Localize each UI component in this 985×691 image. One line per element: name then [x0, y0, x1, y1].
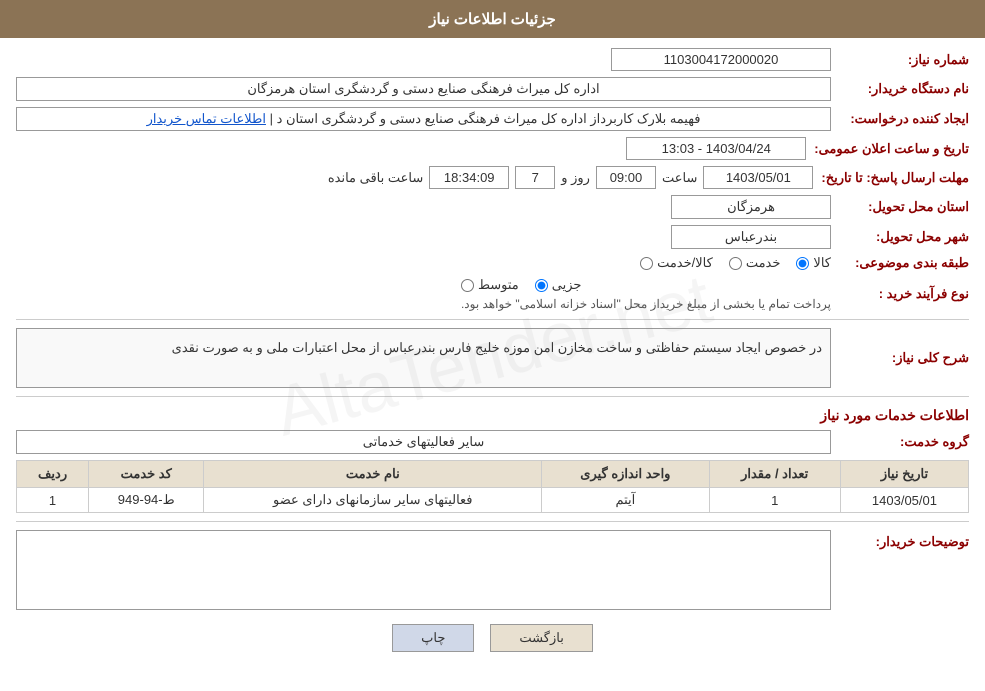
- noeFarayand-label: نوع فرآیند خرید :: [839, 286, 969, 302]
- page-title: جزئیات اطلاعات نیاز: [429, 11, 556, 28]
- farayand-radio-group: متوسط جزیی: [461, 277, 831, 293]
- khadamat-table: تاریخ نیاز تعداد / مقدار واحد اندازه گیر…: [16, 460, 969, 513]
- khadamat-table-container: تاریخ نیاز تعداد / مقدار واحد اندازه گیر…: [16, 460, 969, 513]
- ijadkonande-value: فهیمه بلارک کاربرداز اداره کل میراث فرهن…: [16, 107, 831, 131]
- ostan-value: هرمزگان: [671, 195, 831, 219]
- sharh-value: در خصوص ایجاد سیستم حفاظتی و ساخت مخازن …: [16, 328, 831, 388]
- row-tosifat: توضیحات خریدار:: [16, 530, 969, 610]
- tarikh-label: تاریخ و ساعت اعلان عمومی:: [814, 141, 969, 157]
- cell-vahed: آیتم: [542, 488, 709, 513]
- radio-motevaset-label: متوسط: [478, 277, 519, 293]
- radio-motevaset-item: متوسط: [461, 277, 519, 293]
- mohlat-roz: 7: [515, 166, 555, 189]
- sharh-label: شرح کلی نیاز:: [839, 350, 969, 366]
- radio-motevaset[interactable]: [461, 279, 474, 292]
- radio-jozi[interactable]: [535, 279, 548, 292]
- page-wrapper: جزئیات اطلاعات نیاز AltaTender.net شماره…: [0, 0, 985, 691]
- grohe-khadamat-label: گروه خدمت:: [839, 434, 969, 450]
- radio-jozi-item: جزیی: [535, 277, 582, 293]
- tarikh-value: 1403/04/24 - 13:03: [626, 137, 806, 160]
- ijadkonande-text: فهیمه بلارک کاربرداز اداره کل میراث فرهن…: [277, 111, 701, 126]
- tabaqe-radio-group: کالا/خدمت خدمت کالا: [640, 255, 831, 271]
- shomare-niaz-label: شماره نیاز:: [839, 52, 969, 68]
- row-grohe-khadamat: گروه خدمت: سایر فعالیتهای خدماتی: [16, 430, 969, 454]
- radio-khedmat-item: خدمت: [729, 255, 781, 271]
- saat-label: ساعت: [662, 170, 697, 186]
- row-shomare-niaz: شماره نیاز: 1103004172000020: [16, 48, 969, 71]
- row-noeFarayand: نوع فرآیند خرید : متوسط جزیی پرداخت تمام…: [16, 277, 969, 311]
- row-ijadkonande: ایجاد کننده درخواست: فهیمه بلارک کاربردا…: [16, 107, 969, 131]
- col-tarikh: تاریخ نیاز: [840, 461, 968, 488]
- khadamat-section-title: اطلاعات خدمات مورد نیاز: [16, 407, 969, 424]
- col-tedad: تعداد / مقدار: [709, 461, 840, 488]
- grohe-khadamat-value: سایر فعالیتهای خدماتی: [16, 430, 831, 454]
- row-tabaqe: طبقه بندی موضوعی: کالا/خدمت خدمت کالا: [16, 255, 969, 271]
- radio-kala-item: کالا: [796, 255, 831, 271]
- namdastgah-label: نام دستگاه خریدار:: [839, 81, 969, 97]
- cell-tarikh: 1403/05/01: [840, 488, 968, 513]
- radio-kala[interactable]: [796, 257, 809, 270]
- tosifat-label: توضیحات خریدار:: [839, 534, 969, 550]
- col-radif: ردیف: [17, 461, 89, 488]
- col-vahed: واحد اندازه گیری: [542, 461, 709, 488]
- cell-kodkhadamat: ط-94-949: [89, 488, 204, 513]
- row-ostan: استان محل تحویل: هرمزگان: [16, 195, 969, 219]
- row-mohlat: مهلت ارسال پاسخ: تا تاریخ: 1403/05/01 سا…: [16, 166, 969, 189]
- roz-label: روز و: [561, 170, 590, 186]
- shahr-value: بندرعباس: [671, 225, 831, 249]
- row-tarikh: تاریخ و ساعت اعلان عمومی: 1403/04/24 - 1…: [16, 137, 969, 160]
- radio-kala-khedmat-item: کالا/خدمت: [640, 255, 713, 271]
- divider-1: [16, 319, 969, 320]
- main-content: AltaTender.net شماره نیاز: 1103004172000…: [0, 38, 985, 672]
- radio-kala-khedmat[interactable]: [640, 257, 653, 270]
- row-shahr: شهر محل تحویل: بندرعباس: [16, 225, 969, 249]
- shomare-niaz-value: 1103004172000020: [611, 48, 831, 71]
- noeFarayand-group: متوسط جزیی پرداخت تمام یا بخشی از مبلغ خ…: [461, 277, 831, 311]
- baqi-label: ساعت باقی مانده: [328, 170, 423, 186]
- namdastgah-value: اداره کل میراث فرهنگی صنایع دستی و گردشگ…: [16, 77, 831, 101]
- ijadkonande-link-spacer: |: [266, 111, 273, 126]
- ijadkonande-label: ایجاد کننده درخواست:: [839, 111, 969, 127]
- table-header-row: تاریخ نیاز تعداد / مقدار واحد اندازه گیر…: [17, 461, 969, 488]
- table-row: 1403/05/01 1 آیتم فعالیتهای سایر سازمانه…: [17, 488, 969, 513]
- radio-jozi-label: جزیی: [552, 277, 582, 293]
- radio-khedmat-label: خدمت: [746, 255, 781, 271]
- divider-3: [16, 521, 969, 522]
- back-button[interactable]: بازگشت: [490, 624, 592, 652]
- mohlat-label: مهلت ارسال پاسخ: تا تاریخ:: [821, 170, 969, 186]
- divider-2: [16, 396, 969, 397]
- mohlat-date: 1403/05/01: [703, 166, 813, 189]
- tosifat-textarea[interactable]: [16, 530, 831, 610]
- tabaqe-label: طبقه بندی موضوعی:: [839, 255, 969, 271]
- farayand-note: پرداخت تمام یا بخشی از مبلغ خریداز محل "…: [461, 297, 831, 311]
- radio-khedmat[interactable]: [729, 257, 742, 270]
- cell-namkhadamat: فعالیتهای سایر سازمانهای دارای عضو: [204, 488, 542, 513]
- print-button[interactable]: چاپ: [392, 624, 474, 652]
- ostan-label: استان محل تحویل:: [839, 199, 969, 215]
- col-namkhadamat: نام خدمت: [204, 461, 542, 488]
- radio-kala-khedmat-label: کالا/خدمت: [657, 255, 713, 271]
- mohlat-saat: 09:00: [596, 166, 656, 189]
- page-header: جزئیات اطلاعات نیاز: [0, 0, 985, 38]
- cell-radif: 1: [17, 488, 89, 513]
- mohlat-fields: 1403/05/01 ساعت 09:00 روز و 7 18:34:09 س…: [328, 166, 814, 189]
- col-kodkhadamat: کد خدمت: [89, 461, 204, 488]
- radio-kala-label: کالا: [813, 255, 831, 271]
- ijadkonande-link[interactable]: اطلاعات تماس خریدار: [147, 111, 266, 126]
- row-sharh: شرح کلی نیاز: در خصوص ایجاد سیستم حفاظتی…: [16, 328, 969, 388]
- mohlat-baqi: 18:34:09: [429, 166, 509, 189]
- button-row: بازگشت چاپ: [16, 624, 969, 652]
- row-namdastgah: نام دستگاه خریدار: اداره کل میراث فرهنگی…: [16, 77, 969, 101]
- shahr-label: شهر محل تحویل:: [839, 229, 969, 245]
- cell-tedad: 1: [709, 488, 840, 513]
